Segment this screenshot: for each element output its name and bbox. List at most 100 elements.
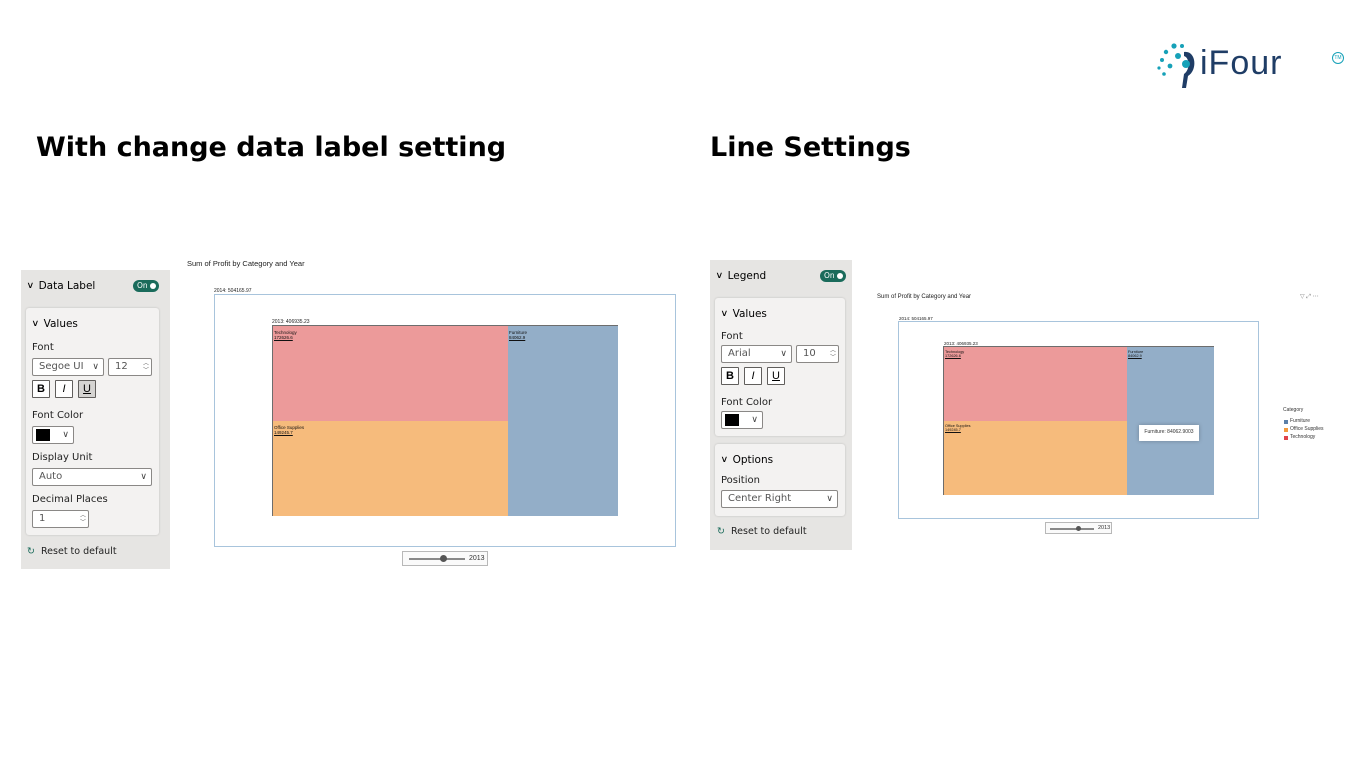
chevron-down-icon: ∨ [62,430,69,440]
chevron-down-icon: ∨ [751,415,758,425]
values-header[interactable]: ∨ Values [720,308,767,320]
bold-button[interactable]: B [721,367,739,385]
slider-track[interactable] [409,558,465,560]
filter-icon[interactable]: ▽ [1300,294,1305,300]
data-label-format-panel: ∨ Data Label On ∨ Values Font Segoe UI ∨… [21,270,170,569]
font-size-stepper[interactable]: 12 ︿ ﹀ [108,358,152,376]
font-size-value: 12 [115,361,128,372]
font-family-select[interactable]: Segoe UI ∨ [32,358,104,376]
tile-furniture[interactable]: Furniture 84062.9 [1127,347,1214,495]
values-title: Values [732,308,767,320]
chevron-down-icon: ∨ [31,319,40,329]
chevron-down-icon: ∨ [720,455,729,465]
legend-item-technology[interactable]: Technology [1290,434,1315,440]
tile-technology[interactable]: Technology 172626.6 [944,347,1127,421]
chevron-down-icon: ∨ [826,494,833,504]
underline-button[interactable]: U [78,380,96,398]
furniture-tooltip: Furniture: 84062.9003 [1139,425,1199,441]
italic-button[interactable]: I [55,380,73,398]
data-label-header[interactable]: ∨ Data Label [26,280,95,292]
chevron-down-icon: ∨ [715,271,724,281]
right-treemap: Technology 172626.6 Office Supplies 1492… [943,346,1214,495]
reset-to-default-link[interactable]: ↻ Reset to default [27,546,117,557]
position-label: Position [721,475,760,486]
left-heading: With change data label setting [36,132,507,163]
values-title: Values [43,318,78,330]
font-color-label: Font Color [32,410,84,421]
font-family-value: Segoe UI [39,361,84,372]
values-card: ∨ Values Font Segoe UI ∨ 12 ︿ ﹀ B I U Fon… [26,308,159,535]
more-options-icon[interactable]: ⋯ [1313,294,1319,300]
tile-technology-value: 172626.6 [274,335,293,340]
options-header[interactable]: ∨ Options [720,454,773,466]
decimal-places-label: Decimal Places [32,494,108,505]
spin-arrows-icon[interactable]: ︿ ﹀ [830,347,836,361]
bold-button[interactable]: B [32,380,50,398]
font-size-value: 10 [803,348,816,359]
tile-office-supplies[interactable]: Office Supplies 149245.7 [944,421,1127,495]
display-unit-value: Auto [39,471,63,482]
focus-mode-icon[interactable]: ⤢ [1306,294,1311,300]
legend-toggle[interactable]: On [820,270,846,282]
chevron-down-icon: ∨ [720,309,729,319]
decimal-places-stepper[interactable]: 1 ︿ ﹀ [32,510,89,528]
reset-label: Reset to default [731,526,807,537]
position-select[interactable]: Center Right ∨ [721,490,838,508]
spin-arrows-icon[interactable]: ︿ ﹀ [80,512,86,526]
display-unit-label: Display Unit [32,452,93,463]
chevron-down-icon: ∨ [780,349,787,359]
chevron-down-icon: ∨ [140,472,147,482]
spin-arrows-icon[interactable]: ︿ ﹀ [143,360,149,374]
color-swatch [725,414,739,426]
reset-label: Reset to default [41,546,117,557]
display-unit-select[interactable]: Auto ∨ [32,468,152,486]
tile-office-supplies-value: 149245.7 [945,428,961,432]
visual-header-icons[interactable]: ▽ ⤢ ⋯ [1300,293,1319,301]
tile-furniture[interactable]: Furniture 84062.9 [508,326,618,516]
slider-track[interactable] [1050,528,1094,530]
logo-text: iFour [1200,44,1283,82]
right-year-slider[interactable]: 2013 [1045,522,1112,534]
logo-trademark: TM [1332,52,1344,64]
font-size-stepper[interactable]: 10 ︿ ﹀ [796,345,839,363]
font-color-picker[interactable]: ∨ [32,426,74,444]
font-family-value: Arial [728,348,751,359]
legend-header[interactable]: ∨ Legend [715,270,767,282]
legend-item-office-supplies[interactable]: Office Supplies [1290,426,1324,432]
legend-item-furniture[interactable]: Furniture [1290,418,1310,424]
left-chart-title: Sum of Profit by Category and Year [187,259,305,268]
reset-to-default-link[interactable]: ↻ Reset to default [717,526,807,537]
slider-value: 2013 [1098,525,1111,531]
font-color-label: Font Color [721,397,773,408]
reset-icon: ↻ [27,546,35,557]
font-color-picker[interactable]: ∨ [721,411,763,429]
data-label-toggle[interactable]: On [133,280,159,292]
font-family-select[interactable]: Arial ∨ [721,345,792,363]
left-year-slider[interactable]: 2013 [402,551,488,566]
tile-office-supplies[interactable]: Office Supplies 149245.7 [273,421,508,516]
legend-swatch-furniture [1284,420,1288,424]
tile-technology[interactable]: Technology 172626.6 [273,326,508,421]
slider-knob[interactable] [440,555,447,562]
category-legend: Category Furniture Office Supplies Techn… [1283,407,1353,447]
font-label: Font [721,331,743,342]
underline-button[interactable]: U [767,367,785,385]
left-treemap: Technology 172626.6 Office Supplies 1492… [272,325,618,516]
tile-technology-value: 172626.6 [945,354,961,358]
position-value: Center Right [728,493,792,504]
logo-mark-icon [1157,43,1195,88]
legend-title: Category [1283,407,1304,413]
ifour-logo: iFour TM [1156,38,1346,94]
italic-button[interactable]: I [744,367,762,385]
legend-swatch-office-supplies [1284,428,1288,432]
legend-title: Legend [727,270,767,282]
right-heading: Line Settings [710,132,911,163]
font-label: Font [32,342,54,353]
slider-knob[interactable] [1076,526,1081,531]
decimal-places-value: 1 [39,513,46,524]
values-header[interactable]: ∨ Values [31,318,78,330]
tile-furniture-value: 84062.9 [509,335,526,340]
chevron-down-icon: ∨ [26,281,35,291]
options-card: ∨ Options Position Center Right ∨ [715,444,845,516]
tile-furniture-value: 84062.9 [1128,354,1142,358]
